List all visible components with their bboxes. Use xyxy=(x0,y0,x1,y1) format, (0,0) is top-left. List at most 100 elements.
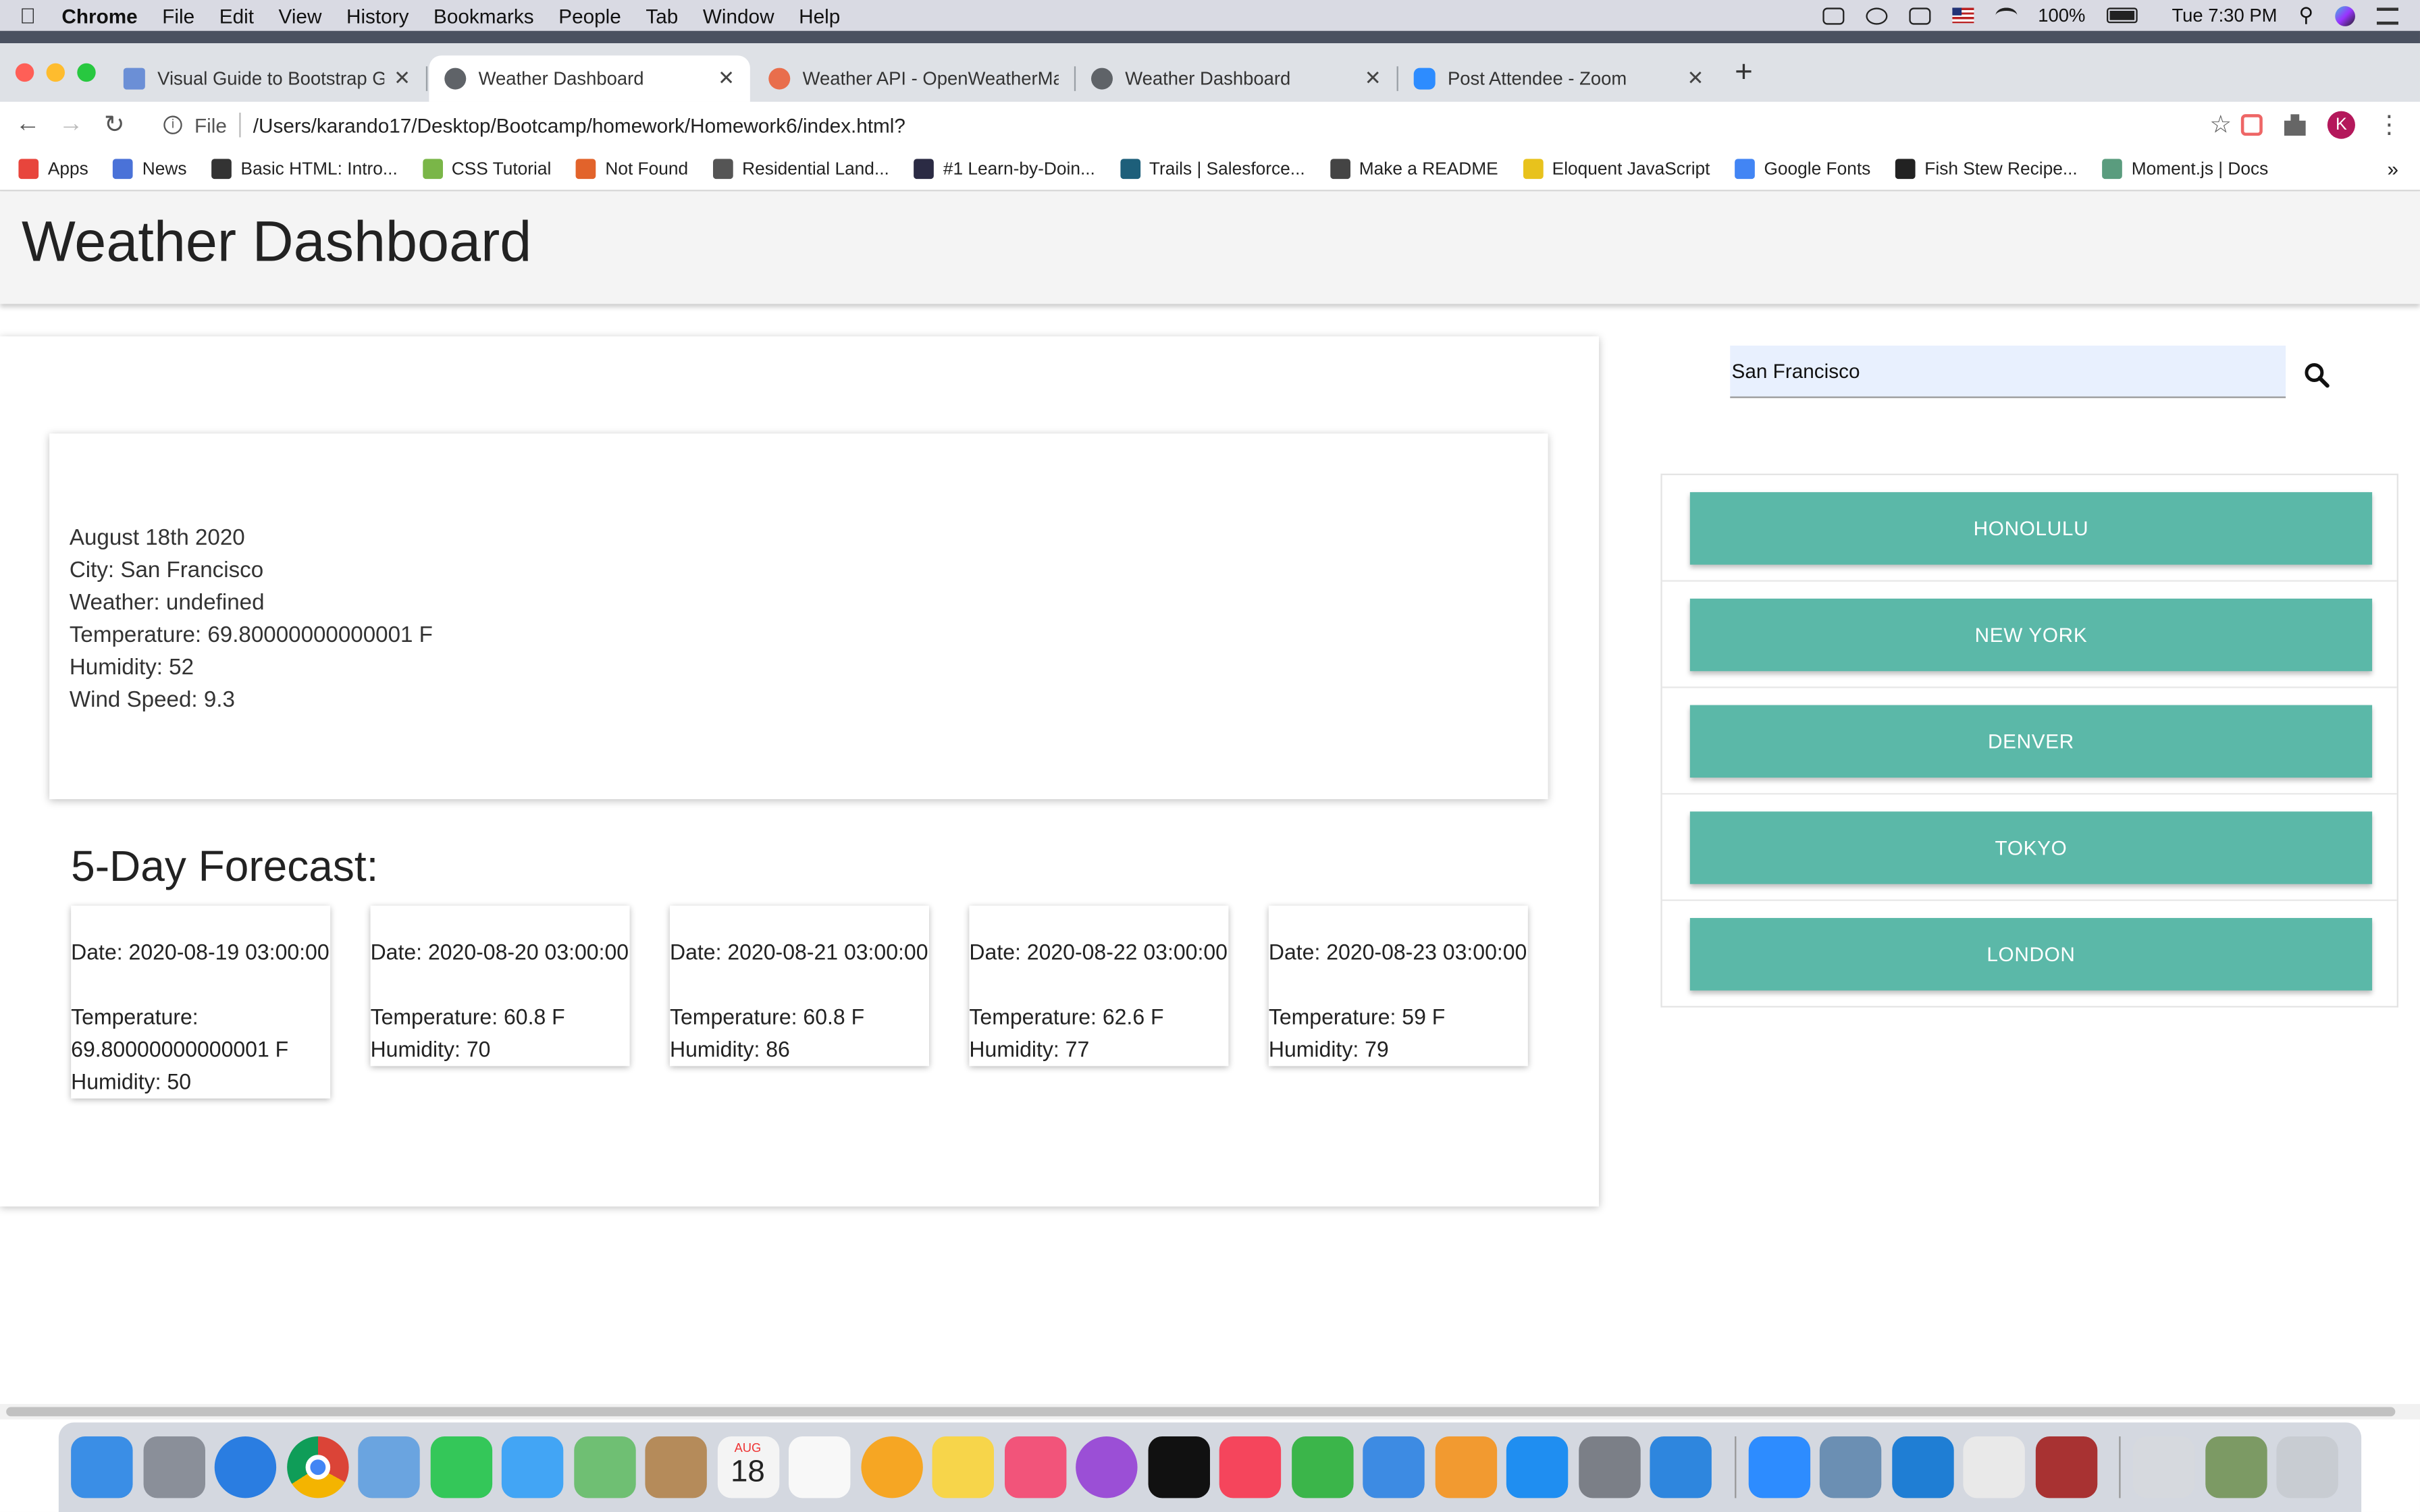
search-icon[interactable] xyxy=(2303,361,2330,389)
tab-weather-dashboard[interactable]: Weather Dashboard ✕ xyxy=(1076,55,1398,102)
city-search-field[interactable] xyxy=(1730,345,2286,398)
city-button-tokyo[interactable]: TOKYO xyxy=(1689,811,2373,884)
menu-help[interactable]: Help xyxy=(787,4,853,27)
tv-icon[interactable] xyxy=(1147,1436,1209,1498)
photos-icon[interactable] xyxy=(860,1436,922,1498)
clock[interactable]: Tue 7:30 PM xyxy=(2172,5,2277,26)
close-window-icon[interactable] xyxy=(15,63,34,82)
vscode-icon[interactable] xyxy=(1891,1436,1953,1498)
system-preferences-icon[interactable] xyxy=(1578,1436,1640,1498)
url-text[interactable]: /Users/karando17/Desktop/Bootcamp/homewo… xyxy=(253,113,905,136)
bookmarks-overflow-icon[interactable]: » xyxy=(2387,157,2398,180)
city-button-new-york[interactable]: NEW YORK xyxy=(1689,598,2373,672)
menu-file[interactable]: File xyxy=(150,4,207,27)
scrollbar-thumb[interactable] xyxy=(6,1407,2396,1417)
downloads-icon[interactable] xyxy=(2132,1436,2195,1498)
input-source-flag-icon[interactable] xyxy=(1951,7,1974,24)
menu-edit[interactable]: Edit xyxy=(207,4,266,27)
siri-icon[interactable] xyxy=(2335,5,2355,26)
bookmark-item[interactable]: Fish Stew Recipe... xyxy=(1895,159,2078,180)
apple-menu-icon[interactable]:  xyxy=(0,3,55,28)
facetime-icon[interactable] xyxy=(429,1436,492,1498)
app-store-icon[interactable] xyxy=(1506,1436,1569,1498)
bookmark-item[interactable]: News xyxy=(113,159,187,180)
extension-icon[interactable] xyxy=(2240,114,2263,136)
address-bar[interactable]: i File /Users/karando17/Desktop/Bootcamp… xyxy=(148,107,2232,144)
zoom-icon[interactable] xyxy=(1747,1436,1810,1498)
city-search-input[interactable] xyxy=(1730,345,2286,397)
tab-bootstrap-grid[interactable]: Visual Guide to Bootstrap Grid ✕ xyxy=(108,55,428,102)
dictionary-icon[interactable] xyxy=(2034,1436,2097,1498)
spotlight-search-icon[interactable]: ⚲ xyxy=(2298,3,2313,28)
city-button-london[interactable]: LONDON xyxy=(1689,917,2373,991)
bookmark-item[interactable]: Apps xyxy=(18,159,88,180)
new-tab-plus-icon[interactable]: + xyxy=(1735,55,1753,91)
maps-icon[interactable] xyxy=(573,1436,635,1498)
news-icon[interactable] xyxy=(1219,1436,1282,1498)
wifi-icon[interactable] xyxy=(1995,7,2017,23)
tab-close-icon[interactable]: ✕ xyxy=(718,66,735,91)
bookmark-star-icon[interactable]: ☆ xyxy=(2209,109,2232,140)
finder-icon[interactable] xyxy=(71,1436,133,1498)
tab-weather-dashboard-active[interactable]: Weather Dashboard ✕ xyxy=(429,55,750,102)
menu-view[interactable]: View xyxy=(266,4,334,27)
battery-icon[interactable] xyxy=(2107,7,2138,24)
bookmark-item[interactable]: Basic HTML: Intro... xyxy=(211,159,398,180)
tab-close-icon[interactable]: ✕ xyxy=(1365,66,1382,91)
zoom-window-icon[interactable] xyxy=(77,63,96,82)
mail-icon[interactable] xyxy=(358,1436,420,1498)
messages-icon[interactable] xyxy=(501,1436,564,1498)
bookmark-item[interactable]: CSS Tutorial xyxy=(422,159,551,180)
podcasts-icon[interactable] xyxy=(1076,1436,1138,1498)
image-stack-icon[interactable] xyxy=(2205,1436,2267,1498)
bookmark-item[interactable]: Residential Land... xyxy=(712,159,889,180)
menu-app-name[interactable]: Chrome xyxy=(55,4,150,27)
forward-arrow-icon[interactable]: → xyxy=(55,111,86,139)
pages-icon[interactable] xyxy=(1434,1436,1496,1498)
menu-people[interactable]: People xyxy=(546,4,633,27)
menu-window[interactable]: Window xyxy=(691,4,787,27)
menu-history[interactable]: History xyxy=(334,4,421,27)
launchpad-icon[interactable] xyxy=(142,1436,205,1498)
info-icon[interactable]: i xyxy=(163,115,182,134)
calendar-icon[interactable]: AUG 18 xyxy=(716,1436,779,1498)
profile-avatar[interactable]: K xyxy=(2327,111,2355,139)
preview-icon[interactable] xyxy=(1819,1436,1882,1498)
bookmark-item[interactable]: Make a README xyxy=(1330,159,1498,180)
menu-tab[interactable]: Tab xyxy=(633,4,690,27)
notification-center-icon[interactable] xyxy=(2376,7,2398,24)
bookmark-item[interactable]: Not Found xyxy=(575,159,688,180)
slack-icon[interactable] xyxy=(1963,1436,2025,1498)
back-arrow-icon[interactable]: ← xyxy=(12,111,43,139)
city-button-honolulu[interactable]: HONOLULU xyxy=(1689,492,2373,565)
screen-record-icon[interactable] xyxy=(1822,7,1844,24)
numbers-icon[interactable] xyxy=(1290,1436,1353,1498)
chrome-icon[interactable] xyxy=(286,1436,348,1498)
bookmark-item[interactable]: Moment.js | Docs xyxy=(2102,159,2268,180)
airplay-icon[interactable] xyxy=(1908,7,1930,24)
reminders-icon[interactable] xyxy=(788,1436,851,1498)
extensions-puzzle-icon[interactable] xyxy=(2284,114,2306,136)
trash-icon[interactable] xyxy=(2276,1436,2338,1498)
tab-openweathermap[interactable]: Weather API - OpenWeatherMap xyxy=(753,55,1076,102)
menu-kebab-icon[interactable]: ⋮ xyxy=(2377,109,2402,140)
reload-icon[interactable]: ↻ xyxy=(99,109,130,140)
music-icon[interactable] xyxy=(1003,1436,1066,1498)
tab-close-icon[interactable]: ✕ xyxy=(394,66,411,91)
keynote-icon[interactable] xyxy=(1363,1436,1425,1498)
notes-icon[interactable] xyxy=(932,1436,994,1498)
tab-zoom[interactable]: Post Attendee - Zoom ✕ xyxy=(1398,55,1719,102)
horizontal-scrollbar[interactable] xyxy=(0,1403,2420,1420)
vectr-icon[interactable] xyxy=(1650,1436,1712,1498)
safari-icon[interactable] xyxy=(214,1436,277,1498)
bookmark-item[interactable]: Google Fonts xyxy=(1735,159,1870,180)
bookmark-item[interactable]: Eloquent JavaScript xyxy=(1523,159,1710,180)
tab-close-icon[interactable]: ✕ xyxy=(1687,66,1704,91)
bookmark-item[interactable]: #1 Learn-by-Doin... xyxy=(914,159,1095,180)
menu-bookmarks[interactable]: Bookmarks xyxy=(421,4,546,27)
minimize-window-icon[interactable] xyxy=(46,63,65,82)
contacts-icon[interactable] xyxy=(645,1436,707,1498)
city-button-denver[interactable]: DENVER xyxy=(1689,705,2373,778)
bookmark-item[interactable]: Trails | Salesforce... xyxy=(1120,159,1305,180)
creative-cloud-icon[interactable] xyxy=(1865,7,1887,24)
